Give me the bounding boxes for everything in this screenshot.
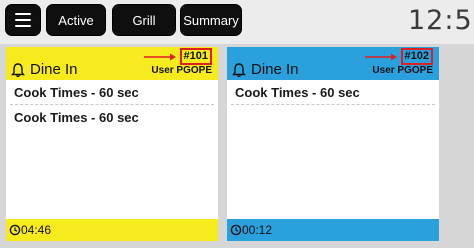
order-ticket[interactable]: Dine In #102 User PGOPE Cook Times - 60 … <box>227 47 439 241</box>
menu-button[interactable] <box>5 4 41 36</box>
toolbar: Active Grill Summary 12:59 <box>0 0 474 40</box>
user-label: User PGOPE <box>151 65 212 76</box>
elapsed-timer: 00:12 <box>242 223 273 237</box>
active-button[interactable]: Active <box>46 4 106 36</box>
clock: 12:59 <box>408 5 474 36</box>
hamburger-menu-icon-bar <box>15 19 31 21</box>
arrow-annotation-icon <box>144 53 176 61</box>
ticket-footer: 04:46 <box>6 219 218 241</box>
grill-button[interactable]: Grill <box>112 4 176 36</box>
ticket-item[interactable]: Cook Times - 60 sec <box>235 85 431 100</box>
ticket-header[interactable]: Dine In #101 User PGOPE <box>6 47 218 80</box>
bell-icon <box>232 63 246 78</box>
hamburger-menu-icon-bar <box>15 25 31 27</box>
clock-icon <box>9 224 21 236</box>
order-ticket[interactable]: Dine In #101 User PGOPE Cook Times - 60 … <box>6 47 218 241</box>
clock-icon <box>230 224 242 236</box>
item-divider <box>231 104 435 105</box>
ticket-item[interactable]: Cook Times - 60 sec <box>14 85 210 100</box>
summary-button[interactable]: Summary <box>180 4 242 36</box>
hamburger-menu-icon <box>15 13 31 15</box>
order-number: #102 <box>400 48 433 65</box>
order-type-label: Dine In <box>30 61 78 78</box>
user-label: User PGOPE <box>372 65 433 76</box>
item-divider <box>10 104 214 105</box>
order-type-label: Dine In <box>251 61 299 78</box>
arrow-annotation-icon <box>365 53 397 61</box>
elapsed-timer: 04:46 <box>21 223 52 237</box>
ticket-header[interactable]: Dine In #102 User PGOPE <box>227 47 439 80</box>
ticket-footer: 00:12 <box>227 219 439 241</box>
ticket-item[interactable]: Cook Times - 60 sec <box>14 110 210 125</box>
bell-icon <box>11 63 25 78</box>
order-number: #101 <box>179 48 212 65</box>
